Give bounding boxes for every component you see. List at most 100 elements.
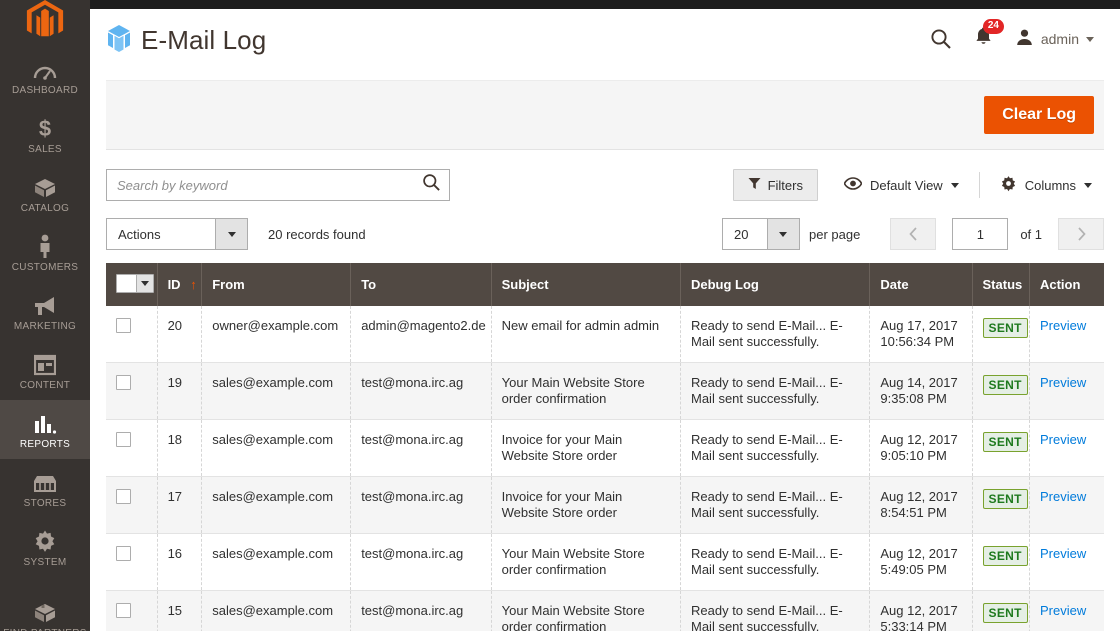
top-dark-strip [90, 0, 1120, 9]
table-row[interactable]: 16 sales@example.com test@mona.irc.ag Yo… [106, 533, 1104, 591]
row-select-cell[interactable] [106, 362, 158, 420]
select-all-checkbox[interactable] [117, 275, 136, 292]
column-header-from[interactable]: From [201, 263, 352, 306]
row-checkbox[interactable] [116, 546, 131, 561]
sidebar-item-customers[interactable]: CUSTOMERS [0, 223, 90, 282]
search-box[interactable] [106, 169, 450, 201]
sidebar-item-dashboard[interactable]: DASHBOARD [0, 46, 90, 105]
cell-date: Aug 17, 2017 10:56:34 PM [869, 306, 973, 363]
page-actions-band: Clear Log [106, 80, 1104, 150]
table-row[interactable]: 18 sales@example.com test@mona.irc.ag In… [106, 419, 1104, 477]
cell-date: Aug 14, 2017 9:35:08 PM [869, 362, 973, 420]
default-view-label: Default View [869, 177, 943, 193]
chevron-down-icon [950, 182, 959, 188]
cell-action[interactable]: Preview [1029, 476, 1104, 534]
user-menu[interactable]: admin [1015, 28, 1094, 50]
table-row[interactable]: 20 owner@example.com admin@magento2.de N… [106, 306, 1104, 363]
row-select-cell[interactable] [106, 590, 158, 631]
column-header-date[interactable]: Date [869, 263, 973, 306]
column-header-debug-log[interactable]: Debug Log [680, 263, 871, 306]
eye-icon [843, 177, 863, 193]
magento-logo[interactable] [0, 0, 90, 40]
sidebar-item-catalog[interactable]: CATALOG [0, 164, 90, 223]
cell-status: SENT [972, 306, 1030, 363]
filters-button[interactable]: Filters [732, 169, 818, 201]
row-select-cell[interactable] [106, 419, 158, 477]
page-number-input[interactable] [952, 218, 1009, 250]
sidebar-item-marketing[interactable]: MARKETING [0, 282, 90, 341]
cell-to: test@mona.irc.ag [350, 362, 492, 420]
cell-action[interactable]: Preview [1029, 419, 1104, 477]
cell-status: SENT [972, 362, 1030, 420]
sidebar-item-find-partners[interactable]: FIND PARTNERS & EXTENSIONS [0, 589, 90, 631]
sidebar-item-reports[interactable]: REPORTS [0, 400, 90, 459]
default-view-selector[interactable]: Default View [832, 170, 971, 200]
row-checkbox[interactable] [116, 318, 131, 333]
preview-link[interactable]: Preview [1040, 489, 1086, 504]
actions-select-value: Actions [118, 226, 161, 242]
cell-id: 19 [157, 362, 203, 420]
row-checkbox[interactable] [116, 375, 131, 390]
cell-action[interactable]: Preview [1029, 590, 1104, 631]
per-page-select[interactable]: 20 [721, 218, 800, 250]
preview-link[interactable]: Preview [1040, 432, 1086, 447]
clear-log-button[interactable]: Clear Log [984, 96, 1094, 134]
actions-select-arrow[interactable] [215, 219, 247, 249]
actions-select[interactable]: Actions [106, 218, 248, 250]
sidebar-item-label: SYSTEM [23, 557, 67, 568]
next-page-button[interactable] [1058, 218, 1104, 250]
svg-text:$: $ [39, 116, 51, 140]
columns-selector[interactable]: Columns [988, 168, 1104, 202]
preview-link[interactable]: Preview [1040, 546, 1086, 561]
column-header-to[interactable]: To [350, 263, 492, 306]
cell-from: sales@example.com [201, 362, 352, 420]
cell-status: SENT [972, 476, 1030, 534]
preview-link[interactable]: Preview [1040, 603, 1086, 618]
column-header-action[interactable]: Action [1029, 263, 1104, 306]
cell-action[interactable]: Preview [1029, 306, 1104, 363]
user-avatar-icon [1015, 28, 1034, 50]
select-all-header[interactable] [106, 263, 158, 306]
table-row[interactable]: 15 sales@example.com test@mona.irc.ag Yo… [106, 590, 1104, 631]
cell-action[interactable]: Preview [1029, 533, 1104, 591]
search-icon[interactable] [422, 173, 441, 197]
search-icon[interactable] [930, 28, 952, 50]
search-input[interactable] [117, 177, 422, 193]
sidebar-item-system[interactable]: SYSTEM [0, 518, 90, 577]
sidebar-item-content[interactable]: CONTENT [0, 341, 90, 400]
preview-link[interactable]: Preview [1040, 375, 1086, 390]
cell-action[interactable]: Preview [1029, 362, 1104, 420]
status-badge: SENT [982, 603, 1028, 623]
sidebar-item-label: CONTENT [19, 380, 71, 391]
bar-chart-icon [33, 409, 57, 435]
column-header-id[interactable]: ID ↑ [157, 263, 203, 306]
column-header-subject[interactable]: Subject [491, 263, 682, 306]
select-all-arrow[interactable] [136, 275, 153, 292]
chevron-down-icon [227, 231, 236, 237]
row-checkbox[interactable] [116, 603, 131, 618]
table-row[interactable]: 19 sales@example.com test@mona.irc.ag Yo… [106, 362, 1104, 420]
previous-page-button[interactable] [890, 218, 937, 250]
select-all-dropdown[interactable] [116, 274, 154, 293]
sort-ascending-icon: ↑ [190, 277, 197, 292]
gear-icon [1000, 175, 1017, 195]
row-select-cell[interactable] [106, 533, 158, 591]
cell-subject: New email for admin admin [491, 306, 682, 363]
sidebar-item-stores[interactable]: STORES [0, 459, 90, 518]
sidebar-item-label: SALES [28, 144, 62, 155]
bell-icon [974, 27, 993, 51]
per-page-value: 20 [733, 226, 749, 242]
grid-toolbar-bottom: Actions 20 records found 20 per page 1 o… [106, 202, 1104, 263]
sidebar-item-sales[interactable]: $ SALES [0, 105, 90, 164]
table-row[interactable]: 17 sales@example.com test@mona.irc.ag In… [106, 476, 1104, 534]
row-checkbox[interactable] [116, 489, 131, 504]
row-select-cell[interactable] [106, 476, 158, 534]
preview-link[interactable]: Preview [1040, 318, 1086, 333]
column-header-status[interactable]: Status [972, 263, 1030, 306]
per-page-select-arrow[interactable] [766, 219, 799, 249]
dollar-icon: $ [35, 114, 55, 140]
row-select-cell[interactable] [106, 306, 158, 363]
cell-status: SENT [972, 590, 1030, 631]
notifications-button[interactable]: 24 [974, 19, 1004, 52]
row-checkbox[interactable] [116, 432, 131, 447]
